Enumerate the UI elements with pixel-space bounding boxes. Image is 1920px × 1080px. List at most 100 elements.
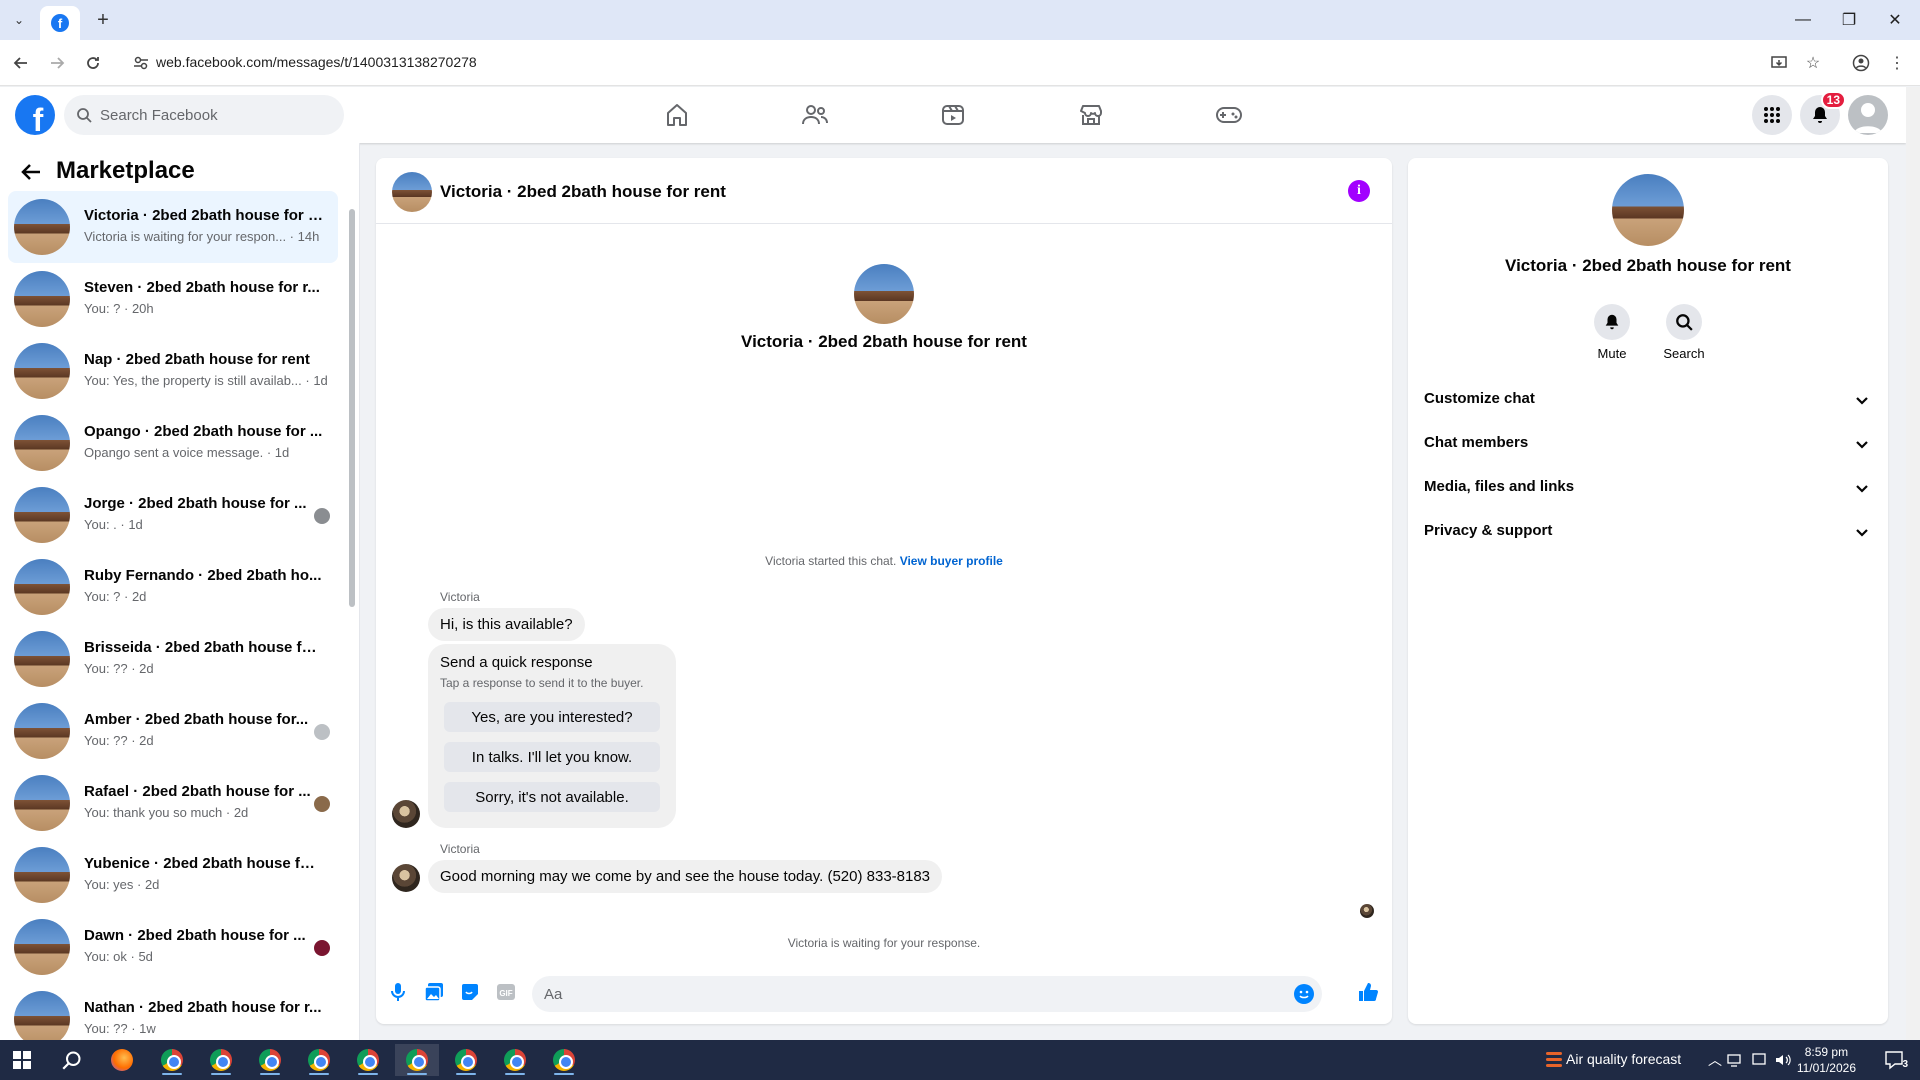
- gaming-icon[interactable]: [1174, 95, 1284, 135]
- chrome-window-icon[interactable]: [150, 1044, 194, 1076]
- chrome-icon: [308, 1049, 330, 1071]
- read-receipt-avatar: [1360, 904, 1374, 918]
- chrome-icon: [259, 1049, 281, 1071]
- friends-icon[interactable]: [760, 95, 870, 135]
- conversation-name: Ruby Fernando · 2bed 2bath ho...: [84, 567, 322, 584]
- new-tab-button[interactable]: +: [90, 8, 116, 32]
- conversation-item[interactable]: Amber · 2bed 2bath house for... You: ?? ·…: [8, 695, 338, 767]
- account-avatar[interactable]: [1848, 95, 1888, 135]
- conversation-item[interactable]: Nap · 2bed 2bath house for rent You: Yes,…: [8, 335, 338, 407]
- quick-response-button[interactable]: In talks. I'll let you know.: [444, 742, 660, 772]
- chrome-window-icon[interactable]: [493, 1044, 537, 1076]
- sidebar-scrollbar-thumb[interactable]: [349, 209, 355, 607]
- customize-chat-row[interactable]: Customize chat: [1424, 380, 1872, 420]
- video-icon[interactable]: [898, 95, 1008, 135]
- taskbar-search-icon[interactable]: [50, 1044, 94, 1076]
- mute-label: Mute: [1597, 346, 1627, 361]
- quick-response-button[interactable]: Yes, are you interested?: [444, 702, 660, 732]
- conversation-item[interactable]: Brisseida · 2bed 2bath house for... You: …: [8, 623, 338, 695]
- bookmark-star-icon[interactable]: ☆: [1800, 50, 1826, 76]
- notification-center-icon[interactable]: 3: [1872, 1044, 1916, 1076]
- facebook-search-input[interactable]: Search Facebook: [64, 95, 344, 135]
- clock-date: 11/01/2026: [1796, 1061, 1856, 1075]
- photo-icon[interactable]: [422, 980, 446, 1004]
- page-scrollbar[interactable]: [1906, 87, 1920, 1040]
- search-conversation-button[interactable]: Search: [1654, 304, 1714, 361]
- conversation-snippet: You: ?? · 2d: [84, 733, 154, 748]
- chat-members-row[interactable]: Chat members: [1424, 424, 1872, 464]
- marketplace-icon[interactable]: [1036, 95, 1146, 135]
- site-info-icon[interactable]: [132, 54, 150, 72]
- microphone-icon[interactable]: [386, 980, 410, 1004]
- browser-tab-facebook[interactable]: f: [40, 6, 80, 40]
- chrome-window-icon[interactable]: [346, 1044, 390, 1076]
- minimize-button[interactable]: —: [1780, 6, 1826, 34]
- chevron-down-icon: [1856, 529, 1868, 537]
- back-arrow-icon[interactable]: [18, 159, 44, 185]
- conversation-snippet: You: ?? · 1w: [84, 1021, 156, 1036]
- notifications-bell-icon[interactable]: 13: [1800, 91, 1846, 135]
- listing-thumbnail: [14, 631, 70, 687]
- message-input[interactable]: Aa: [532, 976, 1322, 1012]
- privacy-support-row[interactable]: Privacy & support: [1424, 512, 1872, 552]
- sticker-icon[interactable]: [458, 980, 482, 1004]
- weather-text[interactable]: Air quality forecast: [1566, 1051, 1681, 1067]
- sender-avatar[interactable]: [392, 800, 420, 828]
- taskbar-clock[interactable]: 8:59 pm 11/01/2026: [1797, 1044, 1856, 1076]
- network-icon[interactable]: [1724, 1044, 1746, 1076]
- tab-search-chevron-icon[interactable]: ⌄: [6, 8, 32, 32]
- conversation-item[interactable]: Ruby Fernando · 2bed 2bath ho... You: ? ·…: [8, 551, 338, 623]
- conversation-item[interactable]: Opango · 2bed 2bath house for ... Opango …: [8, 407, 338, 479]
- chrome-icon: [406, 1049, 428, 1071]
- message-bubble[interactable]: Hi, is this available?: [428, 608, 585, 641]
- chat-header-avatar[interactable]: [392, 172, 432, 212]
- conversation-item[interactable]: Jorge · 2bed 2bath house for ... You: . ·…: [8, 479, 338, 551]
- chrome-window-icon[interactable]: [297, 1044, 341, 1076]
- conversation-item[interactable]: Steven · 2bed 2bath house for r... You: ?…: [8, 263, 338, 335]
- conversation-item[interactable]: Nathan · 2bed 2bath house for r... You: ?…: [8, 983, 338, 1040]
- conversation-snippet: You: Yes, the property is still availab.…: [84, 373, 328, 388]
- sidebar-scrollbar[interactable]: [348, 197, 356, 1037]
- back-icon[interactable]: [8, 50, 34, 76]
- display-icon[interactable]: [1748, 1044, 1770, 1076]
- running-indicator: [309, 1073, 329, 1075]
- conversation-name: Brisseida · 2bed 2bath house for...: [84, 639, 324, 656]
- media-files-links-row[interactable]: Media, files and links: [1424, 468, 1872, 508]
- chat-title[interactable]: Victoria · 2bed 2bath house for rent: [440, 182, 726, 202]
- show-hidden-icons-chevron-icon[interactable]: ︿: [1708, 1050, 1722, 1070]
- thumbs-up-icon[interactable]: [1356, 980, 1380, 1004]
- home-icon[interactable]: [622, 95, 732, 135]
- chrome-window-icon[interactable]: [199, 1044, 243, 1076]
- restore-button[interactable]: ❐: [1826, 6, 1872, 34]
- facebook-logo-icon[interactable]: f: [15, 95, 55, 135]
- emoji-icon[interactable]: [1294, 984, 1314, 1004]
- gif-icon[interactable]: GIF: [494, 980, 518, 1004]
- menu-grid-icon[interactable]: [1752, 95, 1792, 135]
- view-buyer-profile-link[interactable]: View buyer profile: [900, 554, 1003, 568]
- firefox-icon[interactable]: [100, 1044, 144, 1076]
- message-bubble[interactable]: Good morning may we come by and see the …: [428, 860, 943, 893]
- mute-button[interactable]: Mute: [1582, 304, 1642, 361]
- browser-tabstrip: ⌄ f + — ❐ ✕: [0, 0, 1920, 40]
- chrome-window-icon[interactable]: [542, 1044, 586, 1076]
- browser-menu-icon[interactable]: ⋮: [1884, 50, 1910, 76]
- reload-icon[interactable]: [80, 50, 106, 76]
- conversation-item[interactable]: Rafael · 2bed 2bath house for ... You: th…: [8, 767, 338, 839]
- conversation-item[interactable]: Dawn · 2bed 2bath house for ... You: ok ·…: [8, 911, 338, 983]
- install-app-icon[interactable]: [1766, 50, 1792, 76]
- chrome-window-icon[interactable]: [444, 1044, 488, 1076]
- forward-icon[interactable]: [44, 50, 70, 76]
- volume-icon[interactable]: [1772, 1044, 1794, 1076]
- chrome-icon: [357, 1049, 379, 1071]
- quick-response-button[interactable]: Sorry, it's not available.: [444, 782, 660, 812]
- conversation-item[interactable]: Victoria · 2bed 2bath house for r... Vict…: [8, 191, 338, 263]
- sender-avatar[interactable]: [392, 864, 420, 892]
- chrome-window-icon[interactable]: [395, 1044, 439, 1076]
- address-bar[interactable]: web.facebook.com/messages/t/140031313827…: [124, 46, 1784, 80]
- start-windows-icon[interactable]: [0, 1044, 44, 1076]
- close-window-button[interactable]: ✕: [1872, 6, 1918, 34]
- chrome-window-icon[interactable]: [248, 1044, 292, 1076]
- profile-icon[interactable]: [1848, 50, 1874, 76]
- info-icon[interactable]: i: [1348, 180, 1370, 202]
- conversation-item[interactable]: Yubenice · 2bed 2bath house for... You: y…: [8, 839, 338, 911]
